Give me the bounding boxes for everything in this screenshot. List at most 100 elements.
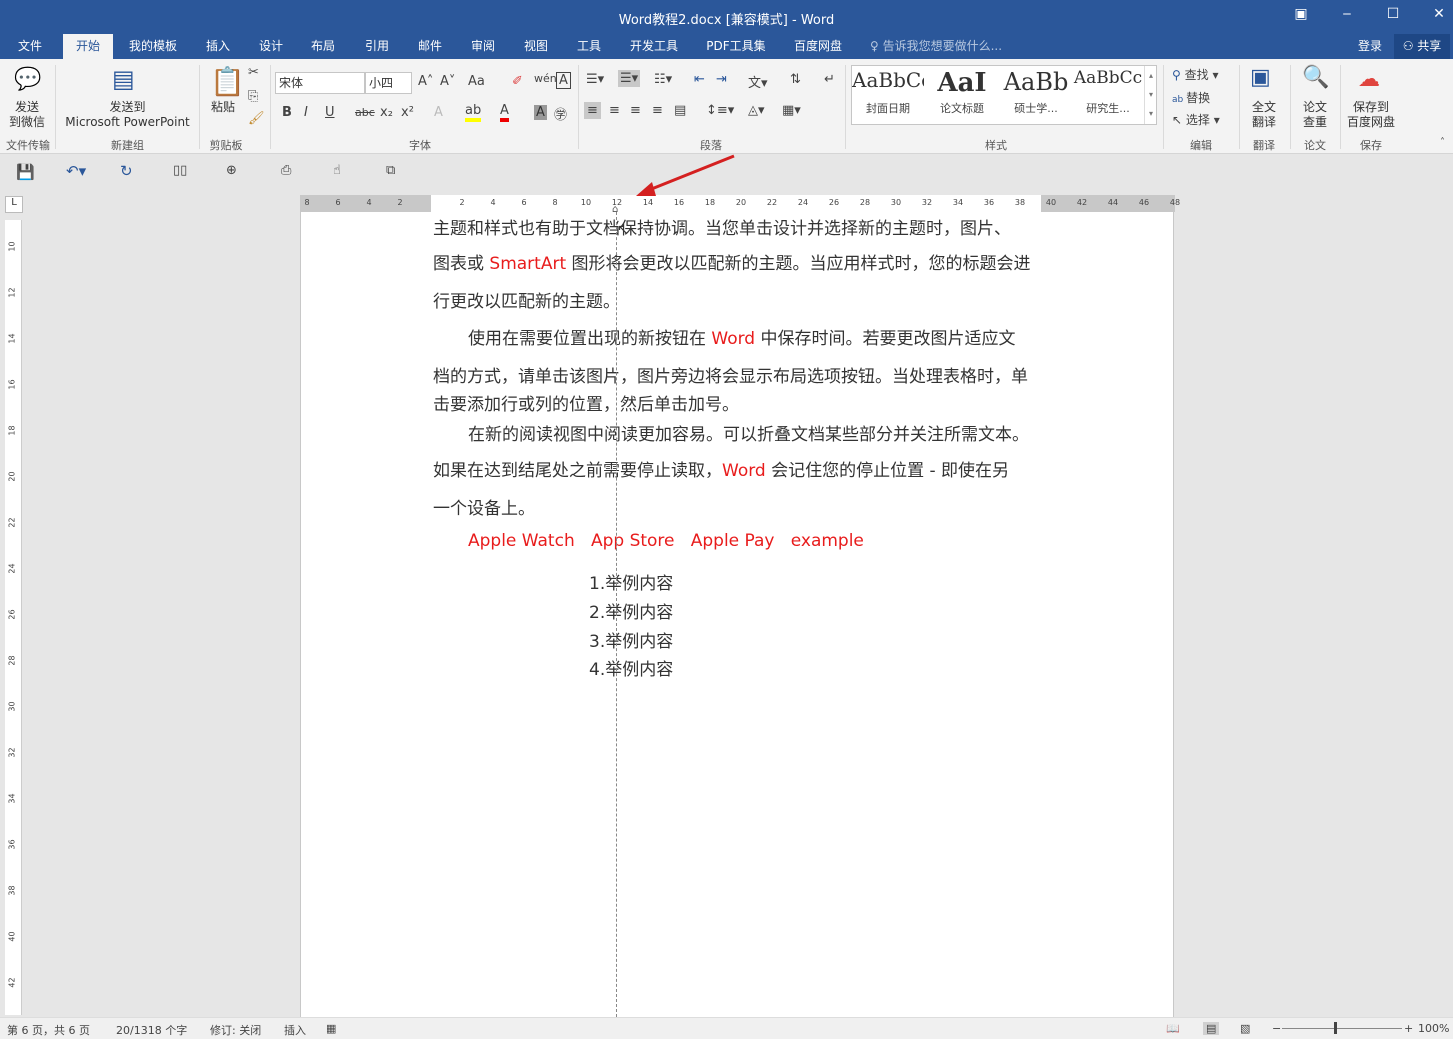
save-icon[interactable]: 💾 <box>16 163 35 181</box>
enclose-char-icon[interactable]: ㊫ <box>554 104 567 123</box>
change-case-icon[interactable]: Aa <box>468 74 485 89</box>
two-pages-icon[interactable]: ▯▯ <box>173 163 187 178</box>
zoom-out-button[interactable]: − <box>1272 1022 1281 1035</box>
macro-icon[interactable]: ▦ <box>326 1022 336 1035</box>
tab-design[interactable]: 设计 <box>251 34 291 59</box>
align-center-icon[interactable]: ≡ <box>609 103 620 118</box>
tab-baidu[interactable]: 百度网盘 <box>788 34 848 59</box>
align-right-icon[interactable]: ≡ <box>630 103 641 118</box>
login-link[interactable]: 登录 <box>1352 34 1388 59</box>
subscript-button[interactable]: x₂ <box>380 105 393 120</box>
minimize-button[interactable]: ‒ <box>1332 6 1362 22</box>
distributed-icon[interactable]: ▤ <box>674 103 686 118</box>
tab-references[interactable]: 引用 <box>357 34 397 59</box>
gallery-scroll[interactable]: ▴ ▾ ▾ <box>1144 66 1157 124</box>
zoom-slider[interactable] <box>1282 1022 1402 1034</box>
font-color-icon[interactable]: A <box>500 103 509 122</box>
cut-icon[interactable]: ✂ <box>248 65 259 80</box>
bold-button[interactable]: B <box>282 105 292 120</box>
text-effects-icon[interactable]: A <box>434 105 443 120</box>
search-icon: ⚲ <box>1172 68 1185 82</box>
tab-review[interactable]: 审阅 <box>463 34 503 59</box>
close-button[interactable]: ✕ <box>1424 6 1453 22</box>
tab-home[interactable]: 开始 <box>63 34 113 59</box>
shading-icon[interactable]: ◬▾ <box>748 103 765 118</box>
full-translate-button[interactable]: 全文 翻译 <box>1244 100 1284 130</box>
zoom-in-button[interactable]: + <box>1404 1022 1413 1035</box>
increase-indent-icon[interactable]: ⇥ <box>716 72 727 87</box>
tab-selector[interactable]: L <box>5 196 23 213</box>
style-paper-title[interactable]: AaI 论文标题 <box>926 68 998 116</box>
zoom-slider-thumb[interactable] <box>1334 1022 1337 1034</box>
tab-file[interactable]: 文件 <box>8 34 52 59</box>
highlight-icon[interactable]: ab <box>465 103 482 122</box>
collapse-ribbon-icon[interactable]: ˄ <box>1440 137 1445 148</box>
tab-layout[interactable]: 布局 <box>303 34 343 59</box>
plagiarism-check-button[interactable]: 论文 查重 <box>1295 100 1335 130</box>
strikethrough-button[interactable]: abc <box>355 106 375 119</box>
select-button[interactable]: ↖ 选择 ▾ <box>1172 111 1220 128</box>
char-shading-icon[interactable]: A <box>534 105 547 120</box>
paste-button[interactable]: 粘贴 <box>204 100 242 115</box>
sort-icon[interactable]: ⇅ <box>790 72 801 87</box>
style-cover-date[interactable]: AaBbCc 封面日期 <box>852 68 924 116</box>
find-button[interactable]: ⚲ 查找 ▾ <box>1172 66 1218 83</box>
numbering-icon[interactable]: ☰▾ <box>618 70 641 87</box>
redo-icon[interactable]: ↻ <box>120 162 133 180</box>
maximize-button[interactable]: ☐ <box>1378 6 1408 22</box>
send-to-powerpoint-button[interactable]: 发送到 Microsoft PowerPoint <box>60 100 195 130</box>
font-name-select[interactable]: 宋体 <box>275 72 365 94</box>
web-layout-view-icon[interactable]: ▧ <box>1240 1022 1250 1035</box>
replace-button[interactable]: ab 替换 <box>1172 89 1210 106</box>
touch-mode-icon[interactable]: ☝ <box>333 163 341 178</box>
char-border-icon[interactable]: A <box>556 72 571 89</box>
ribbon-display-icon[interactable]: ▣ <box>1286 6 1316 22</box>
print-preview-icon[interactable]: ⎙ <box>281 163 291 178</box>
word-count[interactable]: 20/1318 个字 <box>116 1022 187 1038</box>
font-size-select[interactable]: 小四 <box>365 72 412 94</box>
share-button[interactable]: ⚇ 共享 <box>1394 34 1450 59</box>
show-marks-icon[interactable]: ↵ <box>824 72 835 87</box>
phonetic-guide-icon[interactable]: wén <box>534 72 557 85</box>
style-graduate[interactable]: AaBbCc 研究生... <box>1072 68 1144 116</box>
grow-font-icon[interactable]: A˄ <box>418 74 433 89</box>
style-master[interactable]: AaBb 硕士学... <box>1000 68 1072 116</box>
undo-icon[interactable]: ↶▾ <box>66 162 86 180</box>
vertical-ruler[interactable]: 10 12 14 16 18 20 22 24 26 28 30 32 34 36 38 40 42 <box>5 220 22 1015</box>
send-to-wechat-button[interactable]: 发送 到微信 <box>4 100 50 130</box>
tab-templates[interactable]: 我的模板 <box>122 34 184 59</box>
borders-icon[interactable]: ▦▾ <box>782 103 801 118</box>
tab-developer[interactable]: 开发工具 <box>624 34 684 59</box>
copy-icon[interactable]: ⎘ <box>248 89 258 104</box>
customize-icon[interactable]: ⧉ <box>386 163 395 178</box>
underline-button[interactable]: U <box>325 105 335 120</box>
line-spacing-icon[interactable]: ↕≡▾ <box>706 103 734 118</box>
tab-mailings[interactable]: 邮件 <box>410 34 450 59</box>
insert-mode[interactable]: 插入 <box>284 1022 306 1038</box>
web-layout-icon[interactable]: ⊕ <box>226 163 237 178</box>
indent-marker[interactable]: ⌂ <box>612 204 618 215</box>
align-left-icon[interactable]: ≡ <box>584 102 601 119</box>
track-changes[interactable]: 修订: 关闭 <box>210 1022 261 1038</box>
format-painter-icon[interactable]: 🖌 <box>248 111 265 126</box>
tab-tools[interactable]: 工具 <box>569 34 609 59</box>
decrease-indent-icon[interactable]: ⇤ <box>694 72 705 87</box>
tell-me-search[interactable]: ♀ 告诉我您想要做什么... <box>870 34 1010 59</box>
justify-icon[interactable]: ≡ <box>652 103 663 118</box>
asian-layout-icon[interactable]: 文▾ <box>748 72 768 91</box>
page-count[interactable]: 第 6 页，共 6 页 <box>7 1022 90 1038</box>
italic-button[interactable]: I <box>304 105 308 120</box>
tab-pdf-tools[interactable]: PDF工具集 <box>700 34 772 59</box>
superscript-button[interactable]: x² <box>401 105 414 120</box>
shrink-font-icon[interactable]: A˅ <box>440 74 455 89</box>
bullets-icon[interactable]: ☰▾ <box>586 72 604 87</box>
document-page[interactable]: 主题和样式也有助于文档保持协调。当您单击设计并选择新的主题时，图片、 图表或 S… <box>300 212 1174 1017</box>
zoom-level[interactable]: 100% <box>1418 1022 1449 1035</box>
tab-insert[interactable]: 插入 <box>198 34 238 59</box>
clear-format-icon[interactable]: ✐ <box>512 74 523 89</box>
print-layout-icon[interactable]: ▤ <box>1203 1022 1220 1035</box>
tab-view[interactable]: 视图 <box>516 34 556 59</box>
save-to-baidu-button[interactable]: 保存到 百度网盘 <box>1344 100 1398 130</box>
multilevel-list-icon[interactable]: ☷▾ <box>654 72 672 87</box>
read-mode-icon[interactable]: 📖 <box>1166 1022 1180 1035</box>
